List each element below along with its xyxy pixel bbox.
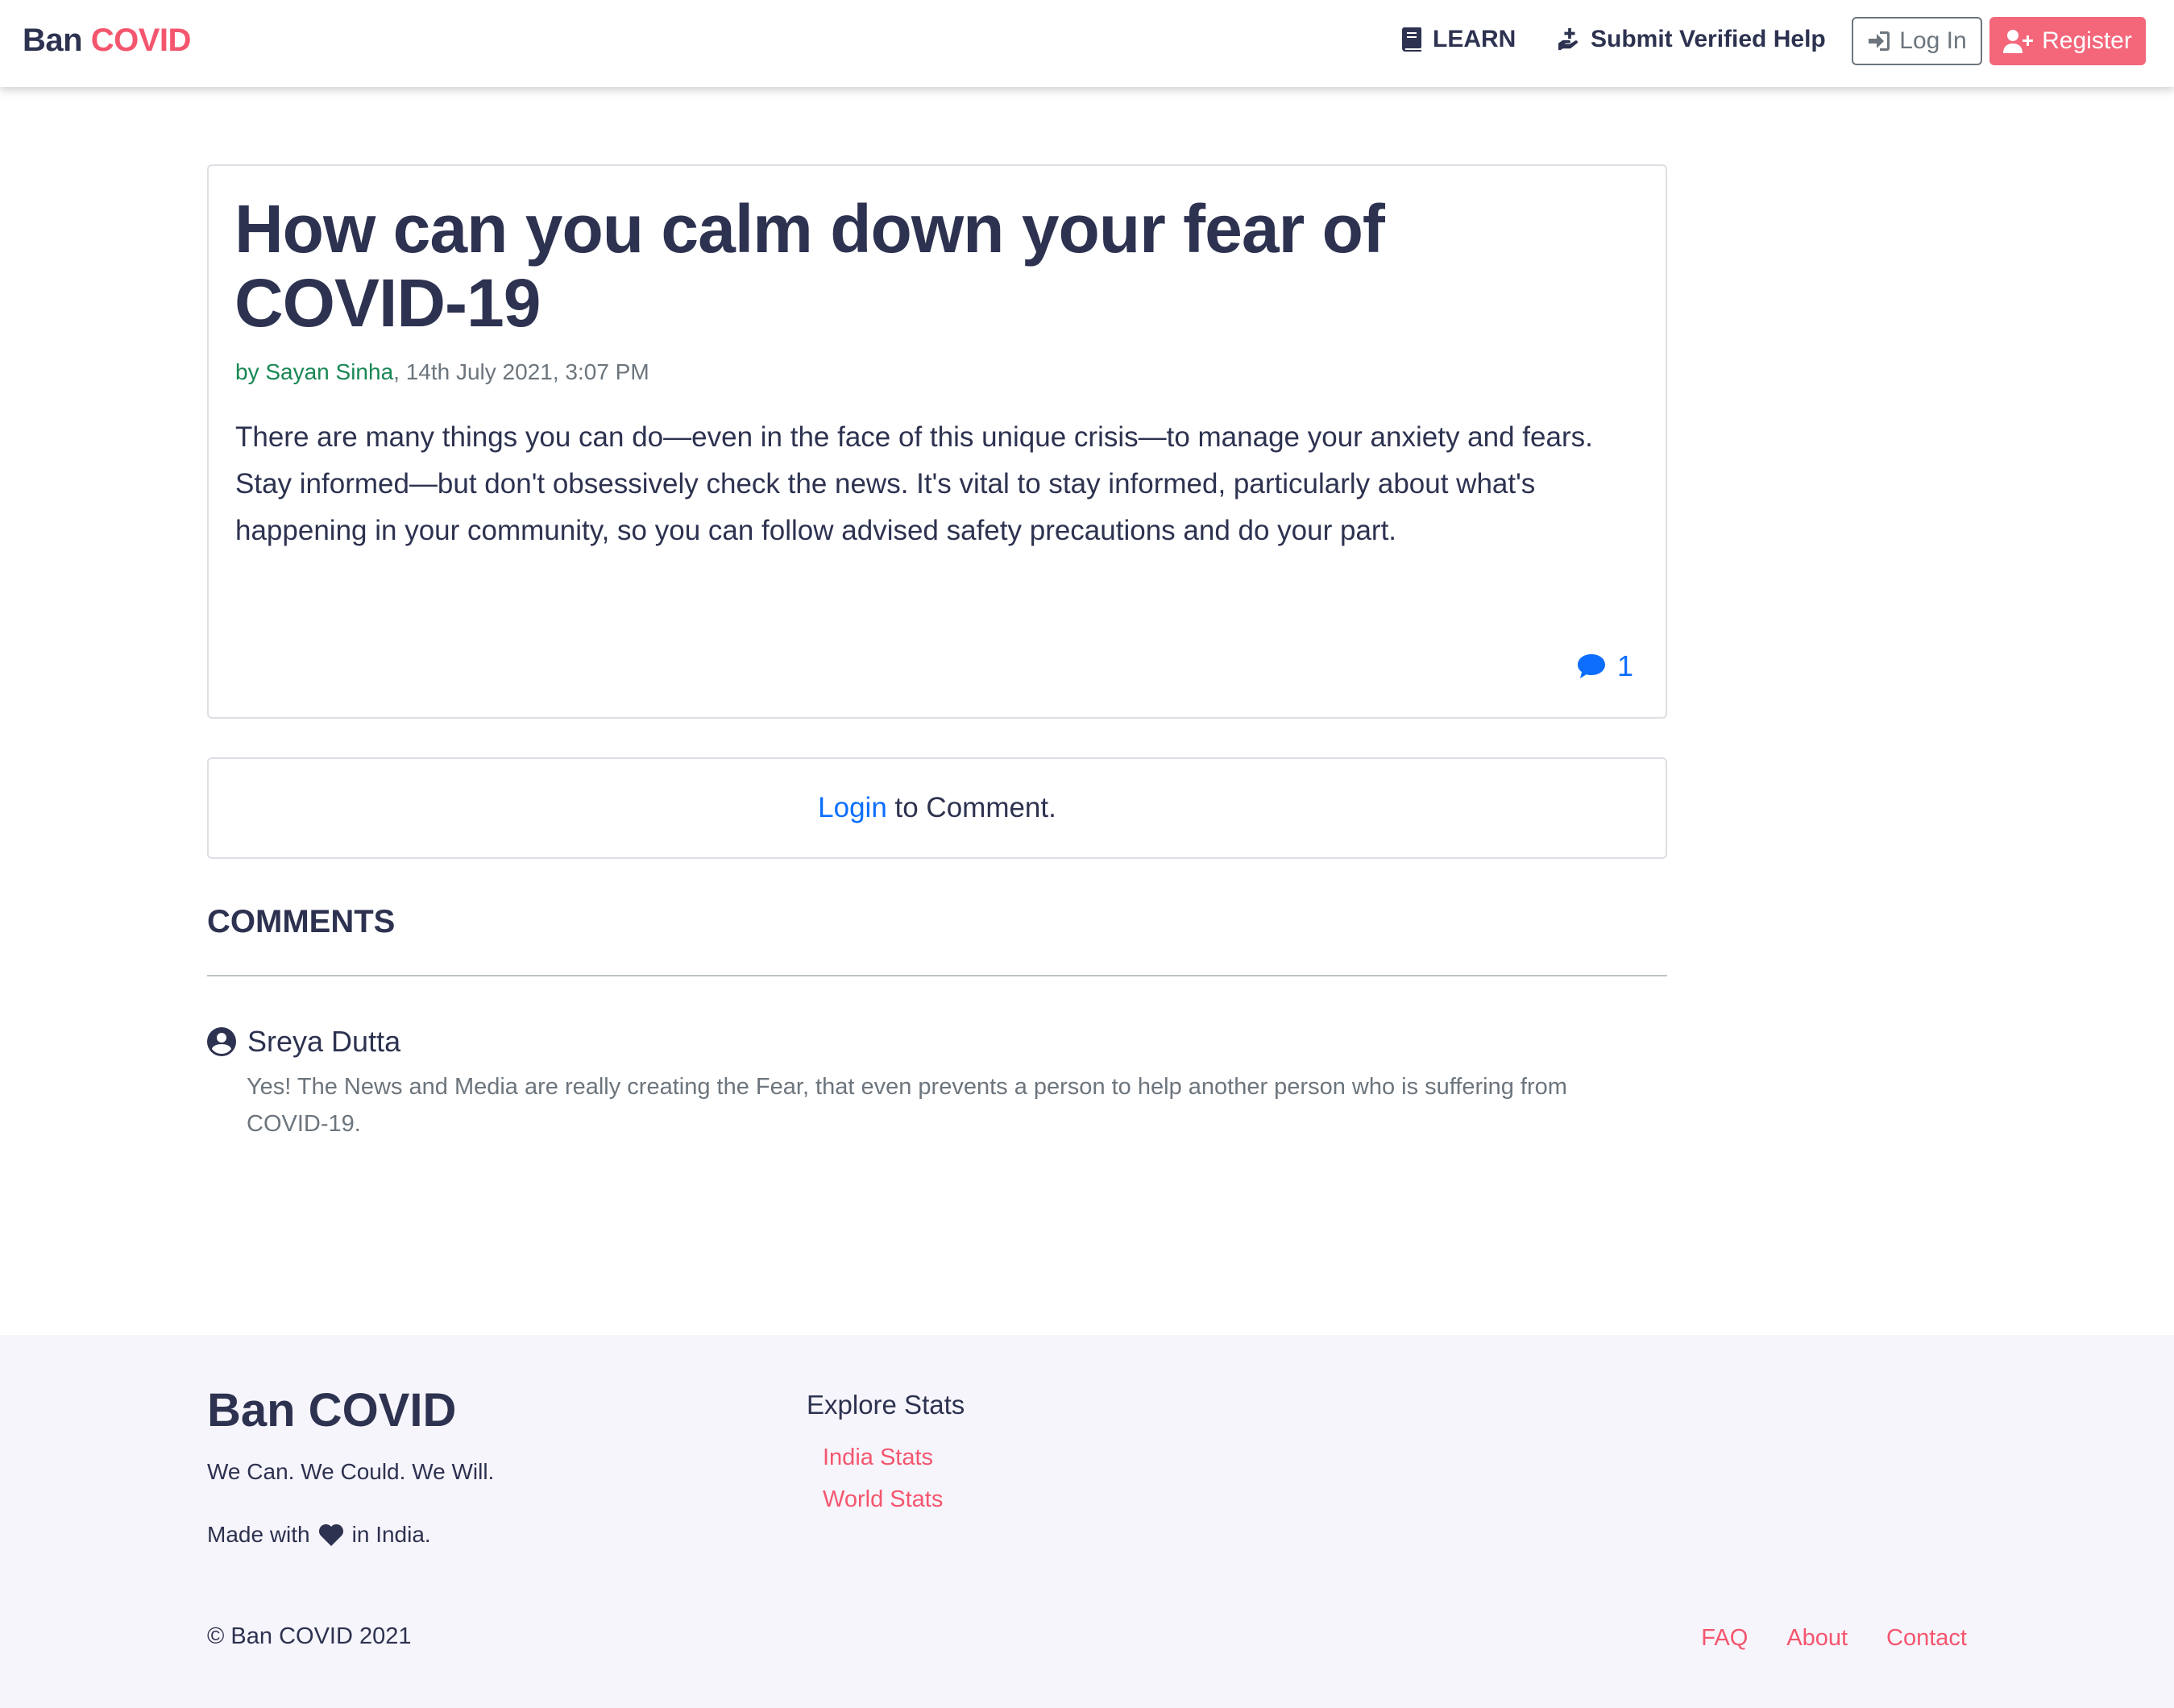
comment-icon [1577, 654, 1605, 678]
post-title: How can you calm down your fear of COVID… [234, 191, 1385, 341]
made-with-suffix: in India. [351, 1522, 431, 1547]
footer: Ban COVID We Can. We Could. We Will. Mad… [0, 1335, 2174, 1708]
post-date: , 14th July 2021, 3:07 PM [393, 359, 649, 384]
explore-stats-title: Explore Stats [807, 1390, 965, 1420]
comment-author: Sreya Dutta [247, 1025, 401, 1058]
faq-link[interactable]: FAQ [1701, 1625, 1748, 1652]
india-stats-link[interactable]: India Stats [823, 1445, 933, 1471]
comment-count-button[interactable]: 1 [1577, 649, 1633, 683]
comments-heading: COMMENTS [207, 904, 396, 939]
contact-link[interactable]: Contact [1886, 1625, 1967, 1652]
footer-brand: Ban COVID [207, 1384, 457, 1436]
comment-item: Sreya Dutta Yes! The News and Media are … [207, 1025, 1667, 1142]
nav-learn-link[interactable]: LEARN [1400, 26, 1516, 53]
login-to-comment-text: to Comment. [886, 792, 1056, 823]
login-to-comment-card: Login to Comment. [207, 757, 1667, 859]
copyright: © Ban COVID 2021 [207, 1623, 412, 1649]
navbar: Ban COVID LEARN Submit Verified Help Log… [0, 0, 2174, 87]
user-plus-icon [2003, 30, 2034, 53]
register-button-label: Register [2042, 27, 2132, 54]
world-stats-link[interactable]: World Stats [823, 1486, 943, 1513]
brand-part-covid: COVID [90, 23, 192, 58]
post-body: There are many things you can do—even in… [235, 421, 1593, 546]
comment-count: 1 [1616, 649, 1633, 682]
login-button-label: Log In [1899, 27, 1967, 54]
login-button[interactable]: Log In [1852, 17, 1982, 65]
post-meta: by Sayan Sinha, 14th July 2021, 3:07 PM [235, 359, 649, 385]
user-circle-icon [207, 1027, 236, 1056]
brand-logo[interactable]: Ban COVID [23, 23, 191, 59]
comment-text: Yes! The News and Media are really creat… [247, 1074, 1567, 1137]
nav-submit-help-link[interactable]: Submit Verified Help [1558, 26, 1826, 53]
book-icon [1401, 27, 1421, 52]
login-to-comment-link[interactable]: Login [818, 792, 887, 824]
nav-submit-help-label: Submit Verified Help [1591, 26, 1826, 52]
register-button[interactable]: Register [1989, 17, 2146, 65]
nav-learn-label: LEARN [1433, 26, 1516, 52]
sign-in-icon [1869, 31, 1890, 51]
heart-icon [318, 1524, 343, 1546]
footer-tagline: We Can. We Could. We Will. [207, 1459, 495, 1484]
footer-made-with: Made with in India. [207, 1522, 431, 1548]
comments-divider [207, 975, 1667, 976]
post-card: How can you calm down your fear of COVID… [207, 164, 1667, 719]
brand-part-ban: Ban [23, 23, 83, 58]
about-link[interactable]: About [1786, 1625, 1848, 1652]
footer-bottom-links: FAQ About Contact [1701, 1625, 1967, 1652]
post-author[interactable]: by Sayan Sinha [235, 359, 393, 384]
comment-header: Sreya Dutta [207, 1025, 1667, 1059]
made-with-prefix: Made with [207, 1522, 310, 1547]
hand-holding-medical-icon [1558, 28, 1578, 51]
